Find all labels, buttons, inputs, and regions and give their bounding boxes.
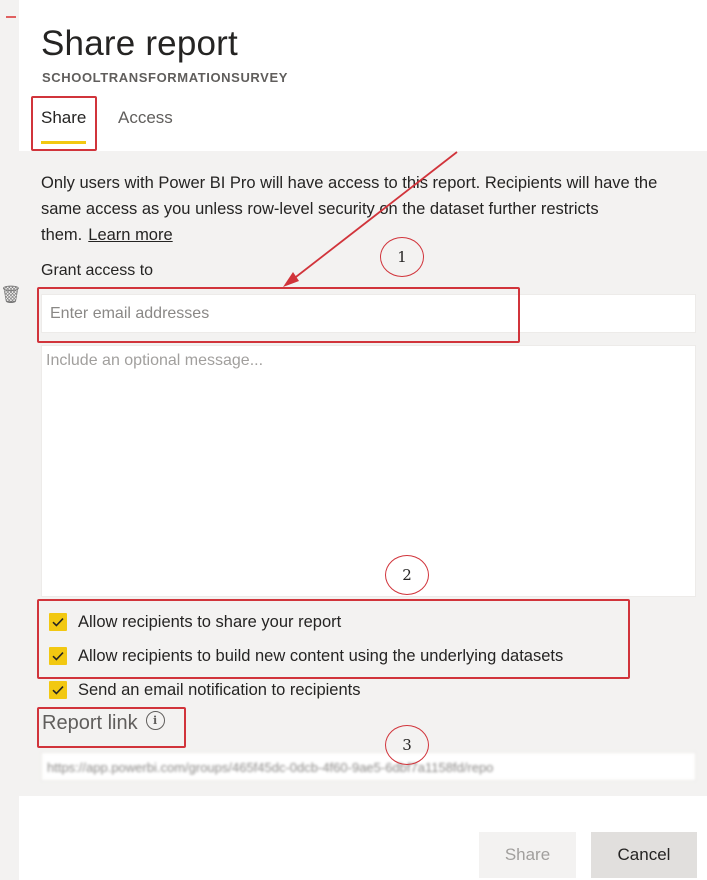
dialog-title: Share report [41,24,238,63]
option-label: Send an email notification to recipients [78,680,361,699]
background-red-mark [6,16,16,18]
report-name: SCHOOLTRANSFORMATIONSURVEY [42,70,288,85]
checkmark-icon [52,652,64,661]
report-link-label: Report link [42,712,138,734]
checkmark-icon [52,686,64,695]
tab-share[interactable]: Share [41,108,86,128]
option-label: Allow recipients to share your report [78,612,342,631]
message-textarea[interactable] [41,345,696,597]
cancel-button[interactable]: Cancel [591,832,697,878]
email-input[interactable] [41,294,696,333]
option-label: Allow recipients to build new content us… [78,646,564,665]
option-email-notification[interactable]: Send an email notification to recipients [49,678,361,702]
report-link-heading: Report link i [42,711,165,735]
option-allow-build[interactable]: Allow recipients to build new content us… [49,644,563,668]
share-button[interactable]: Share [479,832,576,878]
learn-more-link[interactable]: Learn more [88,226,172,244]
annotation-badge-2: 2 [385,555,429,595]
grant-access-label: Grant access to [41,262,154,279]
background-app-strip: 🗑 [0,0,22,880]
option-allow-share[interactable]: Allow recipients to share your report [49,610,341,634]
info-icon[interactable]: i [145,711,165,730]
checkbox[interactable] [49,681,67,699]
checkbox[interactable] [49,647,67,665]
active-tab-indicator [41,141,86,144]
checkbox[interactable] [49,613,67,631]
report-link-field[interactable]: https://app.powerbi.com/groups/465f45dc-… [41,752,696,781]
annotation-badge-3: 3 [385,725,429,765]
info-paragraph: Only users with Power BI Pro will have a… [41,170,691,248]
tab-access[interactable]: Access [118,108,173,128]
checkmark-icon [52,618,64,627]
annotation-badge-1: 1 [380,237,424,277]
